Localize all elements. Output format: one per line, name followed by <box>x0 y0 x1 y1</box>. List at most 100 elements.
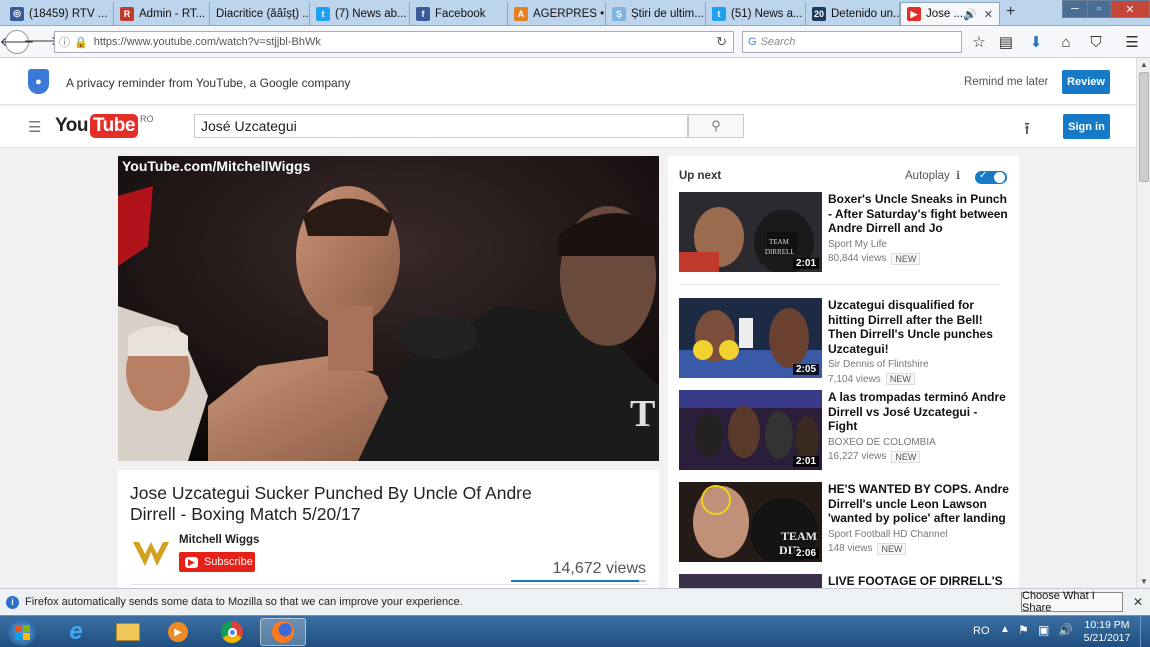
address-bar[interactable]: ⓘ 🔒 https://www.youtube.com/watch?v=stjj… <box>54 31 734 53</box>
subscribe-label: Subscribe <box>203 556 253 568</box>
media-player-icon[interactable]: ▶ <box>156 618 200 646</box>
country-code: RO <box>139 114 154 124</box>
subscribe-button[interactable]: ▶ Subscribe <box>179 552 255 572</box>
download-icon[interactable]: ⬇ <box>1026 32 1046 52</box>
scroll-up-arrow-icon[interactable]: ▲ <box>1140 60 1148 69</box>
bookmark-star-icon[interactable]: ☆ <box>969 32 989 52</box>
choose-share-label: Choose What I Share <box>1022 590 1095 614</box>
reading-list-icon[interactable]: ▤ <box>996 32 1016 52</box>
channel-name[interactable]: Mitchell Wiggs <box>179 534 259 546</box>
tab-label: Facebook <box>435 7 486 20</box>
scroll-down-arrow-icon[interactable]: ▼ <box>1140 577 1148 586</box>
like-ratio-fill <box>511 580 640 582</box>
svg-text:TEAM: TEAM <box>769 238 790 246</box>
choose-share-button[interactable]: Choose What I Share <box>1021 590 1123 614</box>
speaker-icon[interactable]: 🔊 <box>963 8 977 21</box>
reload-icon[interactable]: ↻ <box>716 34 727 50</box>
video-list-title[interactable]: Uzcategui disqualified for hitting Dirre… <box>828 298 1009 356</box>
language-indicator[interactable]: RO <box>973 625 990 637</box>
sign-in-button[interactable]: Sign in <box>1063 114 1110 139</box>
show-desktop-button[interactable] <box>1140 616 1150 647</box>
tab-label: (18459) RTV ... <box>29 7 108 20</box>
video-thumbnail[interactable]: TEAM DIRRELL 2:01 <box>679 192 822 272</box>
browser-tab[interactable]: f Facebook <box>410 2 508 25</box>
home-icon[interactable]: ⌂ <box>1056 32 1076 52</box>
browser-tab[interactable]: t (51) News a... <box>706 2 806 25</box>
video-list-title[interactable]: HE'S WANTED BY COPS. Andre Dirrell's unc… <box>828 482 1009 526</box>
tray-expand-icon[interactable]: ▲ <box>1000 624 1010 635</box>
new-tab-button[interactable]: + <box>1006 3 1015 21</box>
notification-text: Firefox automatically sends some data to… <box>25 596 463 608</box>
review-button[interactable]: Review <box>1062 70 1110 94</box>
browser-tab[interactable]: t (7) News ab... <box>310 2 410 25</box>
url-text[interactable]: https://www.youtube.com/watch?v=stjjbl-B… <box>94 36 321 48</box>
video-duration: 2:05 <box>792 364 819 375</box>
logo-tube: Tube <box>89 114 138 138</box>
web-search-input[interactable]: G Search <box>742 31 962 53</box>
video-thumbnail[interactable]: 2:01 <box>679 390 822 470</box>
video-list-views: 7,104 views <box>828 373 881 385</box>
autoplay-info-icon[interactable]: ℹ <box>956 169 960 182</box>
firefox-icon[interactable] <box>260 618 306 646</box>
pocket-icon[interactable]: ⛉ <box>1086 32 1106 52</box>
menu-icon[interactable]: ☰ <box>1122 32 1142 52</box>
logo-you: You <box>55 115 88 136</box>
remind-later-link[interactable]: Remind me later <box>964 76 1048 88</box>
browser-tab[interactable]: ◎ (18459) RTV ... <box>4 2 114 25</box>
close-tab-icon[interactable]: ✕ <box>984 8 993 21</box>
tab-label: Admin - RT... <box>139 7 206 20</box>
new-badge: NEW <box>891 450 921 463</box>
close-window-button[interactable]: ✕ <box>1110 0 1150 18</box>
video-list-title[interactable]: LIVE FOOTAGE OF DIRRELL'S <box>828 574 1009 589</box>
maximize-button[interactable]: ▫ <box>1087 0 1111 18</box>
video-thumbnail[interactable]: 2:05 <box>679 298 822 378</box>
youtube-logo[interactable]: You Tube RO <box>55 114 153 138</box>
search-query: José Uzcategui <box>201 118 297 134</box>
svg-text:T: T <box>630 393 655 435</box>
guide-menu-icon[interactable]: ☰ <box>28 118 41 136</box>
chrome-icon[interactable] <box>210 618 254 646</box>
svg-text:DIRRELL: DIRRELL <box>765 248 795 256</box>
clock[interactable]: 10:19 PM 5/21/2017 <box>1080 619 1134 645</box>
video-list-title[interactable]: A las trompadas terminó Andre Dirrell vs… <box>828 390 1009 434</box>
browser-tab[interactable]: Ș Știri de ultim... <box>606 2 706 25</box>
channel-avatar[interactable] <box>131 536 171 572</box>
search-engine-icon: G <box>748 36 757 48</box>
tab-favicon-icon: Ș <box>612 6 626 21</box>
close-notification-icon[interactable]: ✕ <box>1133 595 1143 609</box>
browser-tab[interactable]: R Admin - RT... <box>114 2 210 25</box>
volume-icon[interactable]: 🔊 <box>1058 623 1073 637</box>
tab-favicon-icon: 20 <box>812 6 826 21</box>
browser-tab[interactable]: ▶ Jose ... 🔊 ✕ <box>900 2 1000 25</box>
autoplay-toggle[interactable]: ✓ <box>975 170 1007 184</box>
info-icon[interactable]: ⓘ <box>59 34 70 50</box>
video-list-views: 148 views <box>828 543 873 554</box>
scroll-thumb[interactable] <box>1139 72 1149 182</box>
minimize-button[interactable]: ─ <box>1062 0 1088 18</box>
tab-label: Diacritice (ăâîșț) ... <box>216 7 310 20</box>
start-button[interactable] <box>2 618 42 646</box>
youtube-search-input[interactable]: José Uzcategui <box>194 114 688 138</box>
internet-explorer-icon[interactable]: e <box>54 618 98 646</box>
page-scrollbar[interactable]: ▲ ▼ <box>1136 58 1150 588</box>
autoplay-label: Autoplay <box>905 170 950 182</box>
file-explorer-icon[interactable] <box>106 618 150 646</box>
upload-icon[interactable]: ⭱ <box>1024 116 1030 145</box>
network-icon[interactable]: ▣ <box>1038 623 1049 637</box>
browser-tab[interactable]: 20 Detenido un... <box>806 2 900 25</box>
info-divider <box>130 584 647 585</box>
new-badge: NEW <box>891 252 921 265</box>
video-list-channel: Sport My Life <box>828 238 887 250</box>
video-thumbnail[interactable]: TEAM DIR 2:06 <box>679 482 822 562</box>
video-player[interactable]: T YouTube.com/MitchellWiggs <box>118 156 659 461</box>
browser-tab[interactable]: A AGERPRES • ... <box>508 2 606 25</box>
tab-favicon-icon: ◎ <box>10 6 24 21</box>
tab-favicon-icon: t <box>316 6 330 21</box>
video-list-title[interactable]: Boxer's Uncle Sneaks in Punch - After Sa… <box>828 192 1009 236</box>
svg-text:TEAM: TEAM <box>781 529 817 543</box>
forward-button[interactable]: 🡒 <box>24 31 59 51</box>
video-duration: 2:01 <box>792 258 819 269</box>
flag-icon[interactable]: ⚑ <box>1018 623 1029 637</box>
browser-tab[interactable]: Diacritice (ăâîșț) ... <box>210 2 310 25</box>
search-button[interactable]: ⚲ <box>688 114 744 138</box>
